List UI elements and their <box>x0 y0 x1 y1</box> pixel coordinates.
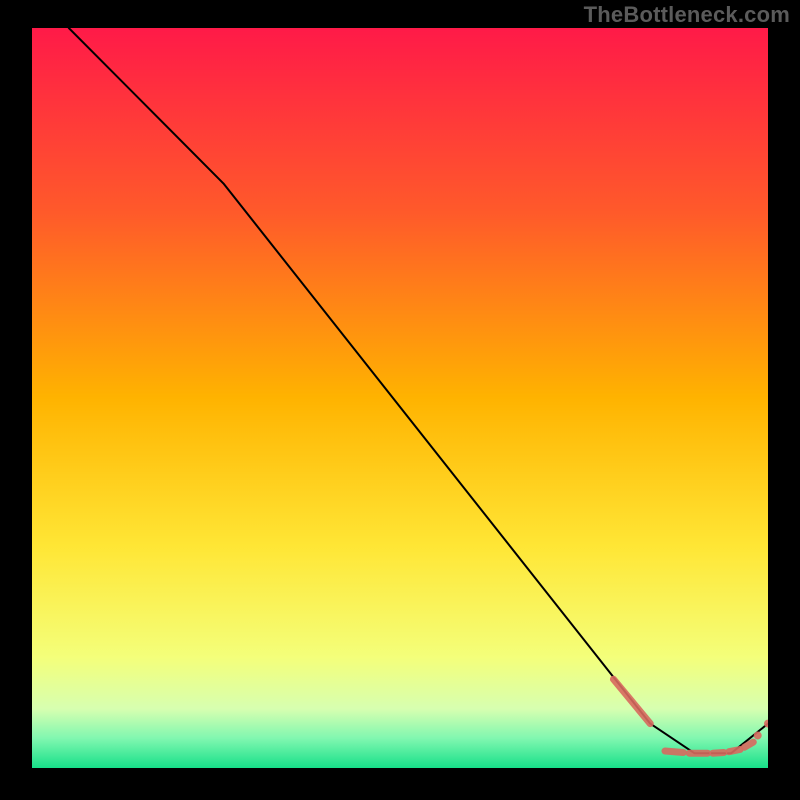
watermark-text: TheBottleneck.com <box>584 2 790 28</box>
chart-svg <box>32 28 768 768</box>
gradient-background <box>32 28 768 768</box>
plot-area <box>32 28 768 768</box>
chart-frame: TheBottleneck.com <box>0 0 800 800</box>
plot-area-outer <box>32 28 768 768</box>
